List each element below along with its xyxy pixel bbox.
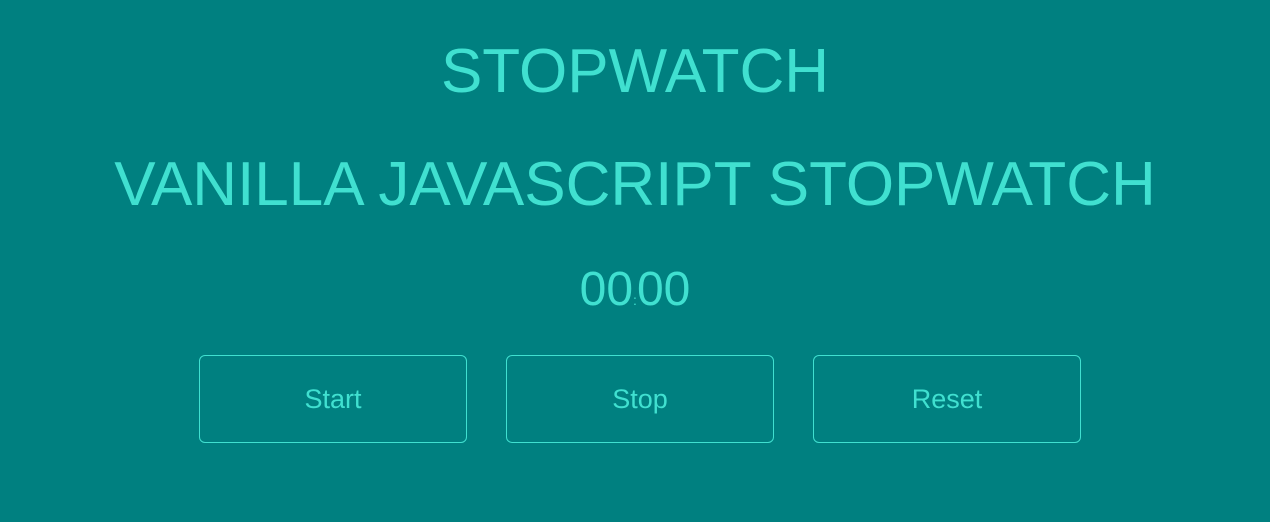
timer-display: 00:00 bbox=[0, 262, 1270, 317]
reset-button[interactable]: Reset bbox=[813, 355, 1081, 443]
timer-seconds: 00 bbox=[579, 263, 634, 316]
stop-button[interactable]: Stop bbox=[506, 355, 774, 443]
start-button[interactable]: Start bbox=[199, 355, 467, 443]
page-title: STOPWATCH bbox=[440, 37, 830, 106]
timer-tens: 00 bbox=[636, 263, 691, 316]
page-subtitle: VANILLA JAVASCRIPT STOPWATCH bbox=[114, 150, 1156, 219]
